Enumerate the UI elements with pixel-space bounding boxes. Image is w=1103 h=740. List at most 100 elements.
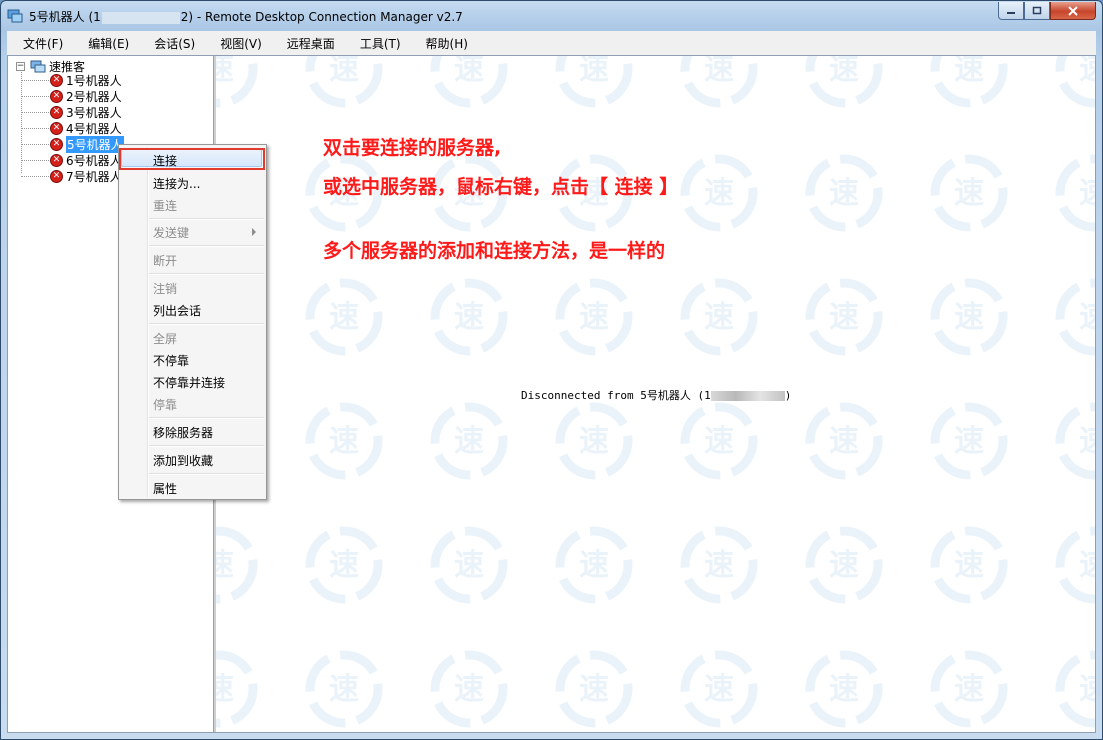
menu-item-add-favorite[interactable]: 添加到收藏 (153, 452, 213, 469)
app-window: 5号机器人 (1 2) - Remote Desktop Connection M… (0, 0, 1103, 740)
tree-branch (21, 80, 49, 81)
menu-edit[interactable]: 编辑(E) (73, 32, 139, 55)
menu-separator (149, 323, 264, 325)
watermark-logo: 速 (551, 398, 637, 484)
svg-text:速: 速 (704, 300, 734, 335)
menu-separator (149, 445, 264, 447)
tree-node-4[interactable]: ✕ 4号机器人 (50, 120, 122, 136)
menu-item-full-screen[interactable]: 全屏 (153, 330, 177, 347)
collapse-icon[interactable]: − (16, 62, 25, 71)
disconnected-x-icon: ✕ (50, 137, 63, 151)
title-prefix: 5号机器人 (1 (29, 10, 101, 24)
watermark-logo: 速 (676, 522, 762, 608)
watermark-logo: 速 (1051, 274, 1095, 360)
svg-text:速: 速 (216, 548, 234, 583)
disconnected-x-icon: ✕ (50, 89, 63, 103)
menu-separator (149, 273, 264, 275)
svg-text:速: 速 (454, 672, 484, 707)
menu-view[interactable]: 视图(V) (205, 32, 272, 55)
watermark-logo: 速 (216, 522, 262, 608)
watermark-logo: 速 (1051, 150, 1095, 236)
menu-session[interactable]: 会话(S) (139, 32, 205, 55)
watermark-logo: 速 (426, 646, 512, 732)
svg-text:速: 速 (704, 672, 734, 707)
watermark-logo: 速 (676, 646, 762, 732)
watermark-logo: 速 (551, 522, 637, 608)
menu-help[interactable]: 帮助(H) (411, 32, 478, 55)
watermark-logo: 速 (926, 274, 1012, 360)
menu-item-undock[interactable]: 不停靠 (153, 352, 189, 369)
watermark-logo: 速 (551, 56, 637, 112)
maximize-icon (1032, 6, 1042, 15)
annotation-highlight-box (119, 148, 265, 170)
redacted-ip (710, 391, 785, 401)
watermark-logo: 速 (1051, 398, 1095, 484)
disconnected-text: Disconnected from 5号机器人 (1 (521, 389, 711, 402)
watermark-logo: 速 (1051, 522, 1095, 608)
tree-line (21, 68, 22, 173)
watermark-logo: 速 (801, 522, 887, 608)
svg-text:速: 速 (1079, 672, 1095, 707)
title-bar[interactable]: 5号机器人 (1 2) - Remote Desktop Connection M… (1, 1, 1102, 31)
svg-text:速: 速 (704, 56, 734, 87)
menu-separator (149, 218, 264, 220)
menu-item-dock[interactable]: 停靠 (153, 396, 177, 413)
menu-item-undock-connect[interactable]: 不停靠并连接 (153, 374, 225, 391)
tree-branch (21, 112, 49, 113)
svg-text:速: 速 (1079, 300, 1095, 335)
menu-separator (149, 417, 264, 419)
tree-branch (21, 176, 49, 177)
menu-item-send-keys[interactable]: 发送键 (153, 224, 189, 241)
svg-text:速: 速 (829, 548, 859, 583)
menu-item-connect-as[interactable]: 连接为... (153, 175, 200, 192)
tree-node-5[interactable]: ✕ 5号机器人 (50, 135, 124, 153)
svg-text:速: 速 (454, 300, 484, 335)
watermark-logo: 速 (301, 398, 387, 484)
annotation-line-1: 双击要连接的服务器, (323, 137, 502, 159)
menu-item-logoff[interactable]: 注销 (153, 280, 177, 297)
disconnected-x-icon: ✕ (50, 153, 63, 167)
minimize-button[interactable] (998, 2, 1024, 20)
watermark-logo: 速 (551, 646, 637, 732)
close-icon (1068, 5, 1078, 16)
watermark-logo: 速 (676, 398, 762, 484)
disconnected-x-icon: ✕ (50, 105, 63, 119)
maximize-button[interactable] (1024, 2, 1050, 20)
window-controls (998, 2, 1096, 20)
menu-file[interactable]: 文件(F) (7, 32, 73, 55)
close-button[interactable] (1050, 2, 1096, 20)
menu-item-remove-server[interactable]: 移除服务器 (153, 424, 213, 441)
watermark-logo: 速 (676, 150, 762, 236)
menu-tools[interactable]: 工具(T) (345, 32, 411, 55)
app-icon (7, 9, 23, 23)
svg-text:速: 速 (954, 548, 984, 583)
svg-text:速: 速 (329, 672, 359, 707)
server-group-icon (30, 60, 46, 72)
svg-text:速: 速 (579, 56, 609, 87)
minimize-icon (1007, 11, 1015, 14)
svg-text:速: 速 (954, 176, 984, 211)
menu-item-properties[interactable]: 属性 (153, 480, 177, 497)
watermark-logo: 速 (301, 56, 387, 112)
tree-node-3[interactable]: ✕ 3号机器人 (50, 104, 122, 120)
watermark-logo: 速 (216, 646, 262, 732)
svg-text:速: 速 (1079, 424, 1095, 459)
menu-item-disconnect[interactable]: 断开 (153, 252, 177, 269)
tree-node-7[interactable]: ✕ 7号机器人 (50, 168, 122, 184)
tree-node-6[interactable]: ✕ 6号机器人 (50, 152, 122, 168)
svg-text:速: 速 (329, 300, 359, 335)
menu-remote-desktop[interactable]: 远程桌面 (272, 32, 345, 55)
tree-node-2[interactable]: ✕ 2号机器人 (50, 88, 122, 104)
tree-node-1[interactable]: ✕ 1号机器人 (50, 72, 122, 88)
context-menu: 连接 连接为... 重连 发送键 断开 注销 列出会话 全屏 不停靠 不停靠并连… (118, 144, 267, 500)
svg-text:速: 速 (954, 56, 984, 87)
tree-node-label: 1号机器人 (66, 73, 122, 88)
watermark-logo: 速 (926, 398, 1012, 484)
svg-text:速: 速 (454, 548, 484, 583)
menu-item-reconnect[interactable]: 重连 (153, 197, 177, 214)
menu-item-list-sessions[interactable]: 列出会话 (153, 302, 201, 319)
watermark-logo: 速 (426, 398, 512, 484)
disconnected-status: Disconnected from 5号机器人 (1) (521, 387, 791, 403)
watermark-logo: 速 (676, 274, 762, 360)
svg-text:速: 速 (216, 672, 234, 707)
